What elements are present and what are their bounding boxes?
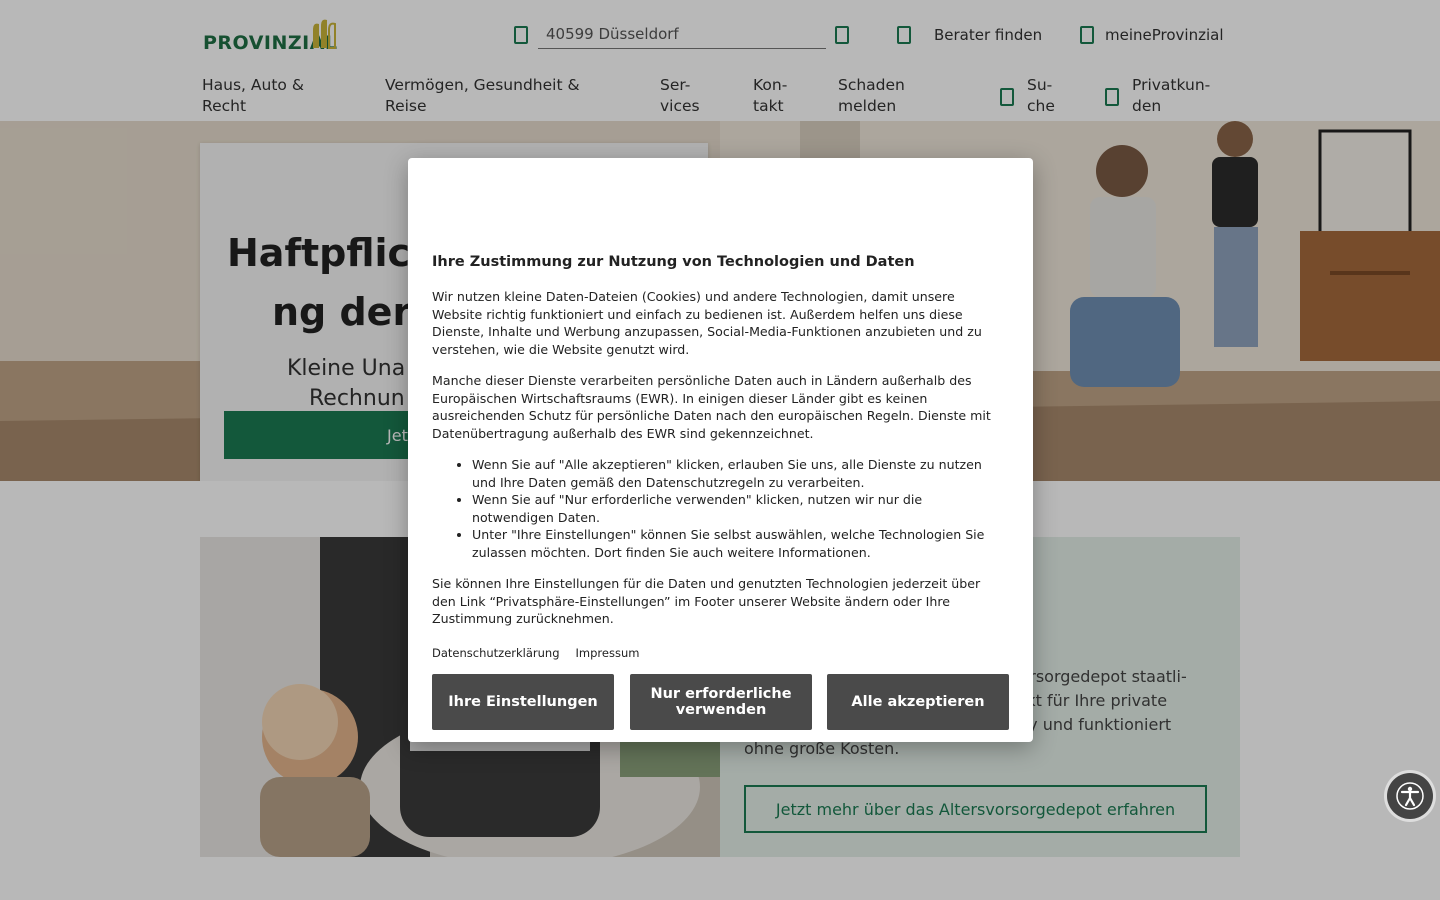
consent-paragraph: Sie können Ihre Einstellungen für die Da… [432,576,981,626]
consent-option-item: Unter "Ihre Einstellungen" können Sie se… [472,526,1006,561]
consent-title: Ihre Zustimmung zur Nutzung von Technolo… [432,254,915,270]
cookie-consent-dialog: Ihre Zustimmung zur Nutzung von Technolo… [408,158,1033,742]
consent-options-list: Wenn Sie auf "Alle akzeptieren" klicken,… [472,456,1006,561]
consent-option-item: Wenn Sie auf "Alle akzeptieren" klicken,… [472,456,1006,491]
consent-links: Datenschutzerklärung Impressum [432,646,639,660]
consent-paragraph: Manche dieser Dienste verarbeiten persön… [432,373,991,441]
accessibility-icon[interactable] [1387,773,1433,819]
button-label-line: Nur erforderliche [650,686,792,702]
settings-button[interactable]: Ihre Einstellungen [432,674,614,730]
accept-all-button[interactable]: Alle akzeptieren [827,674,1009,730]
consent-option-item: Wenn Sie auf "Nur erforderliche verwende… [472,491,1006,526]
consent-paragraph: Wir nutzen kleine Daten-Dateien (Cookies… [432,289,982,357]
button-label-line: verwenden [675,702,767,718]
imprint-link[interactable]: Impressum [576,646,640,660]
privacy-policy-link[interactable]: Datenschutzerklärung [432,646,560,660]
consent-body: Wir nutzen kleine Daten-Dateien (Cookies… [432,288,1006,642]
required-only-button[interactable]: Nur erforderliche verwenden [630,674,812,730]
